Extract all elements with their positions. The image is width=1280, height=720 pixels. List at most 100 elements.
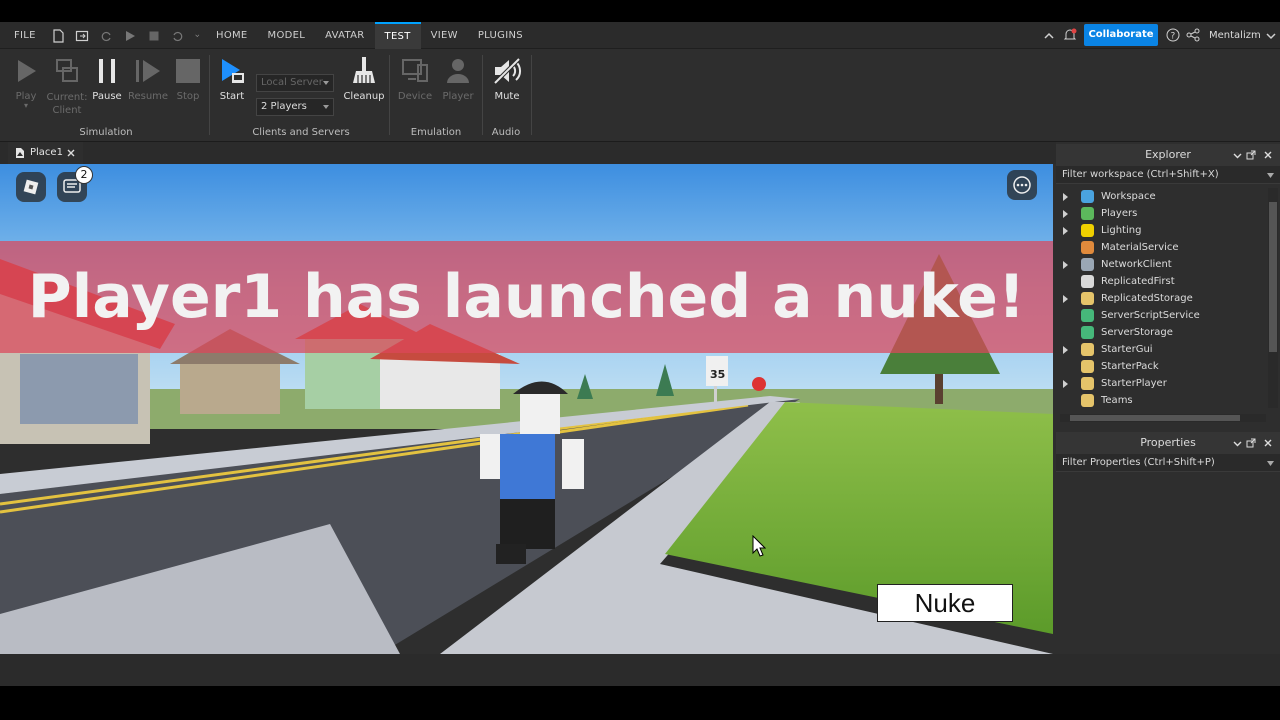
chat-notification-badge: 2 xyxy=(75,166,93,184)
explorer-scrollbar-thumb[interactable] xyxy=(1269,202,1277,352)
chevron-down-icon[interactable] xyxy=(1233,151,1242,160)
notification-bell-icon[interactable] xyxy=(1063,28,1077,42)
chat-button[interactable]: 2 xyxy=(57,166,93,202)
chevron-down-icon[interactable] xyxy=(1267,461,1274,466)
quick-play-icon[interactable] xyxy=(123,29,137,43)
tab-view[interactable]: VIEW xyxy=(421,22,468,49)
roblox-menu-button[interactable] xyxy=(16,172,46,202)
explorer-item[interactable]: Teams xyxy=(1056,392,1280,409)
explorer-item[interactable]: ServerScriptService xyxy=(1056,307,1280,324)
explorer-item[interactable]: Lighting xyxy=(1056,222,1280,239)
more-options-button[interactable] xyxy=(1007,170,1037,200)
starter-gui-icon xyxy=(1081,343,1094,356)
explorer-item-label: StarterPack xyxy=(1101,361,1159,372)
cleanup-button[interactable]: Cleanup xyxy=(338,55,390,102)
expand-arrow-icon[interactable] xyxy=(1063,261,1068,269)
quick-stop-icon[interactable] xyxy=(147,29,161,43)
tab-place1[interactable]: Place1 xyxy=(8,142,83,164)
undock-icon[interactable] xyxy=(1246,150,1256,160)
collaborate-button[interactable]: Collaborate xyxy=(1084,24,1158,46)
help-icon[interactable]: ? xyxy=(1166,28,1180,42)
customize-dropdown-icon[interactable] xyxy=(195,29,203,43)
explorer-item[interactable]: StarterPlayer xyxy=(1056,375,1280,392)
explorer-scrollbar[interactable] xyxy=(1268,188,1278,408)
player-count-select[interactable]: 2 Players xyxy=(256,98,334,116)
undo-icon[interactable] xyxy=(171,29,185,43)
play-icon xyxy=(18,60,36,82)
explorer-item[interactable]: ReplicatedFirst xyxy=(1056,273,1280,290)
cleanup-label: Cleanup xyxy=(343,91,385,102)
tab-home[interactable]: HOME xyxy=(206,22,258,49)
tab-avatar[interactable]: AVATAR xyxy=(315,22,374,49)
menu-left: FILE xyxy=(4,22,208,49)
tab-model[interactable]: MODEL xyxy=(258,22,316,49)
server-type-select[interactable]: Local Server xyxy=(256,74,334,92)
close-icon[interactable] xyxy=(1264,439,1272,447)
explorer-item[interactable]: NetworkClient xyxy=(1056,256,1280,273)
close-tab-icon[interactable] xyxy=(67,149,75,157)
starter-player-icon xyxy=(1081,377,1094,390)
undock-icon[interactable] xyxy=(1246,438,1256,448)
stop-icon xyxy=(176,59,200,83)
game-viewport[interactable]: 35 Player1 has launched a nuke! 2 Nuke xyxy=(0,164,1053,654)
redo-icon[interactable] xyxy=(99,29,113,43)
svg-text:?: ? xyxy=(1171,32,1176,42)
expand-arrow-icon[interactable] xyxy=(1063,227,1068,235)
pause-label: Pause xyxy=(92,91,122,102)
roblox-logo-icon xyxy=(23,179,39,195)
new-file-icon[interactable] xyxy=(51,28,65,43)
start-label: Start xyxy=(219,91,245,102)
expand-arrow-icon[interactable] xyxy=(1063,210,1068,218)
replicated-storage-icon xyxy=(1081,292,1094,305)
properties-header: Properties xyxy=(1056,432,1280,454)
stop-label: Stop xyxy=(176,91,200,102)
chevron-down-icon[interactable] xyxy=(1233,439,1242,448)
explorer-item-label: ReplicatedStorage xyxy=(1101,293,1193,304)
explorer-item[interactable]: Players xyxy=(1056,205,1280,222)
explorer-hscrollbar-thumb[interactable] xyxy=(1070,415,1240,421)
ribbon-tabs: HOME MODEL AVATAR TEST VIEW PLUGINS xyxy=(206,22,533,49)
start-button[interactable]: Start xyxy=(206,55,258,102)
explorer-filter-input[interactable]: Filter workspace (Ctrl+Shift+X) xyxy=(1056,166,1280,184)
explorer-item-label: Players xyxy=(1101,208,1138,219)
publish-icon[interactable] xyxy=(75,29,89,43)
studio-window: FILE HOME MODEL AVATAR TEST VIEW PLUGINS… xyxy=(0,22,1280,686)
properties-title: Properties xyxy=(1140,436,1196,449)
explorer-item[interactable]: Workspace xyxy=(1056,188,1280,205)
status-bar xyxy=(0,654,1280,686)
close-icon[interactable] xyxy=(1264,151,1272,159)
share-icon[interactable] xyxy=(1186,28,1200,42)
explorer-filter-placeholder: Filter workspace (Ctrl+Shift+X) xyxy=(1062,169,1219,180)
network-client-icon xyxy=(1081,258,1094,271)
properties-filter-input[interactable]: Filter Properties (Ctrl+Shift+P) xyxy=(1056,454,1280,472)
expand-arrow-icon[interactable] xyxy=(1063,380,1068,388)
device-label: Device xyxy=(397,91,433,102)
expand-arrow-icon[interactable] xyxy=(1063,295,1068,303)
nuke-announcement-text: Player1 has launched a nuke! xyxy=(27,262,1026,332)
mute-icon xyxy=(493,57,522,85)
tab-test[interactable]: TEST xyxy=(374,22,421,49)
account-dropdown-icon[interactable] xyxy=(1266,31,1276,41)
mute-button[interactable]: Mute xyxy=(481,55,533,102)
audio-group-label: Audio xyxy=(491,127,521,138)
explorer-item[interactable]: ReplicatedStorage xyxy=(1056,290,1280,307)
expand-arrow-icon[interactable] xyxy=(1063,346,1068,354)
explorer-hscrollbar[interactable] xyxy=(1060,414,1266,422)
username-label[interactable]: Mentalizm xyxy=(1209,22,1261,49)
file-menu[interactable]: FILE xyxy=(4,22,46,49)
collapse-ribbon-icon[interactable] xyxy=(1043,30,1055,42)
explorer-item-label: Teams xyxy=(1101,395,1133,406)
expand-arrow-icon[interactable] xyxy=(1063,193,1068,201)
nuke-button[interactable]: Nuke xyxy=(877,584,1013,622)
teams-icon xyxy=(1081,394,1094,407)
tab-plugins[interactable]: PLUGINS xyxy=(468,22,533,49)
more-icon xyxy=(1013,176,1031,194)
server-script-service-icon xyxy=(1081,309,1094,322)
chevron-down-icon[interactable] xyxy=(1267,173,1274,178)
explorer-item[interactable]: MaterialService xyxy=(1056,239,1280,256)
ribbon-divider xyxy=(531,55,532,135)
explorer-item[interactable]: StarterGui xyxy=(1056,341,1280,358)
explorer-item[interactable]: StarterPack xyxy=(1056,358,1280,375)
explorer-item[interactable]: ServerStorage xyxy=(1056,324,1280,341)
player-button[interactable]: Player xyxy=(432,55,484,102)
